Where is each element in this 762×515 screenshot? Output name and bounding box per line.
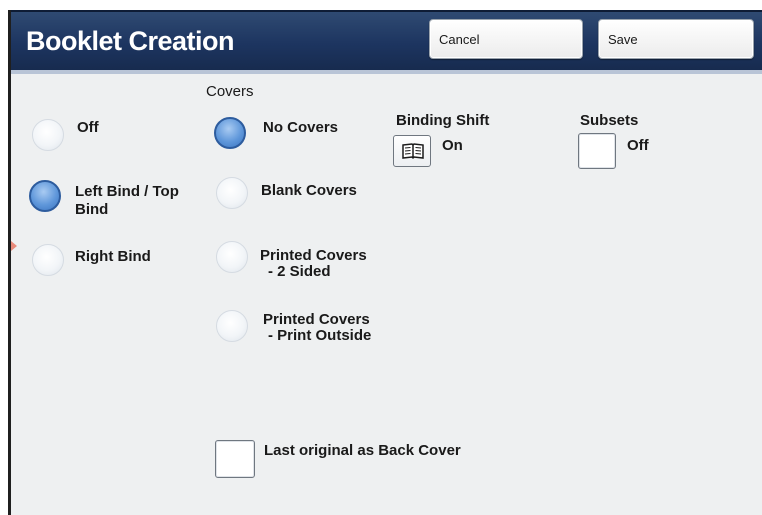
binding-shift-state: On [442,137,463,154]
binding-left-top-label-line2[interactable]: Bind [75,202,108,217]
binding-shift-heading: Binding Shift [396,112,490,129]
binding-off-radio[interactable] [32,119,64,151]
cancel-button[interactable]: Cancel [429,19,583,59]
no-covers-label[interactable]: No Covers [263,120,338,135]
printed-covers-2-sided-radio[interactable] [216,241,248,273]
printed-covers-2-sided-label-line2[interactable]: - 2 Sided [268,264,331,279]
blank-covers-radio[interactable] [216,177,248,209]
binding-left-top-radio[interactable] [29,180,61,212]
save-button[interactable]: Save [598,19,754,59]
last-original-back-cover-label[interactable]: Last original as Back Cover [264,443,461,458]
printed-covers-outside-label-line2[interactable]: - Print Outside [268,328,371,343]
last-original-back-cover-checkbox[interactable] [215,440,255,478]
subsets-state: Off [627,137,649,154]
printed-covers-outside-radio[interactable] [216,310,248,342]
covers-heading: Covers [206,83,254,100]
header-bar: Booklet Creation Cancel Save [8,10,762,70]
binding-shift-button[interactable] [393,135,431,167]
panel-edge-marker [11,241,17,251]
binding-right-radio[interactable] [32,244,64,276]
printed-covers-2-sided-label-line1[interactable]: Printed Covers [260,248,367,263]
no-covers-radio[interactable] [214,117,246,149]
blank-covers-label[interactable]: Blank Covers [261,183,357,198]
booklet-creation-screen: Booklet Creation Cancel Save Off Left Bi… [0,0,762,515]
open-book-icon [402,143,424,160]
page-title: Booklet Creation [26,26,235,56]
printed-covers-outside-label-line1[interactable]: Printed Covers [263,312,370,327]
subsets-checkbox[interactable] [578,133,616,169]
binding-off-label[interactable]: Off [77,120,99,135]
subsets-heading: Subsets [580,112,639,129]
binding-left-top-label-line1[interactable]: Left Bind / Top [75,184,179,199]
binding-right-label[interactable]: Right Bind [75,249,151,264]
